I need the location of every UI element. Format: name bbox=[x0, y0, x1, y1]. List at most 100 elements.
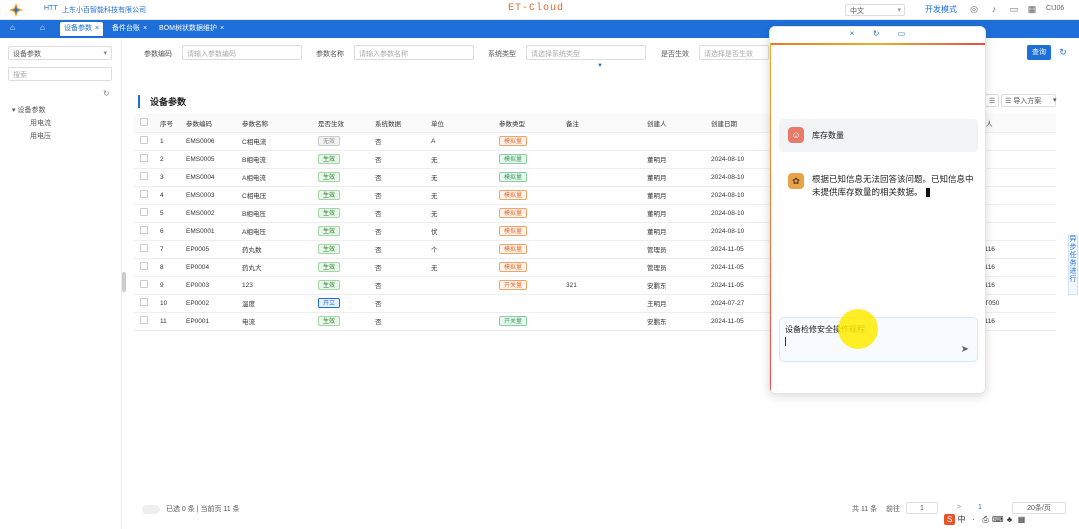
mic-icon[interactable]: ⎙ bbox=[980, 514, 991, 525]
user-name[interactable]: CIJ06 bbox=[1046, 5, 1064, 12]
home-filled-icon[interactable]: ⌂ bbox=[40, 23, 45, 32]
pagination-next[interactable]: > bbox=[957, 504, 961, 511]
refresh-icon[interactable]: ↻ bbox=[103, 89, 110, 98]
toolbar-icon-button[interactable]: ☰ bbox=[985, 94, 1000, 107]
col-header: 参数类型 bbox=[499, 114, 566, 133]
close-icon[interactable]: × bbox=[95, 25, 99, 32]
cell-sys: 否 bbox=[375, 175, 382, 182]
status-badge: 生效 bbox=[318, 208, 341, 218]
language-select[interactable]: 中文 ▾ bbox=[845, 4, 905, 16]
col-header: 创建人 bbox=[647, 114, 711, 133]
row-checkbox[interactable] bbox=[140, 280, 148, 288]
cell-creator: 安鹏东 bbox=[647, 319, 667, 326]
row-checkbox[interactable] bbox=[140, 316, 148, 324]
tree-search-input[interactable]: 搜索 bbox=[8, 67, 112, 81]
cell-no: 4 bbox=[160, 191, 164, 199]
row-checkbox[interactable] bbox=[140, 208, 148, 216]
filter-active-select[interactable]: 请选择是否生效 bbox=[699, 45, 769, 60]
refresh-icon[interactable]: ↻ bbox=[873, 29, 880, 38]
type-badge: 模拟量 bbox=[499, 154, 528, 164]
filter-label-name: 参数名称 bbox=[316, 51, 344, 58]
cell-creator: 王明月 bbox=[647, 301, 667, 308]
cell-unit: 伏 bbox=[431, 229, 438, 236]
filter-type-select[interactable]: 请选择系统类型 bbox=[526, 45, 646, 60]
cell-no: 11 bbox=[160, 317, 167, 325]
bell-icon[interactable]: ♪ bbox=[988, 3, 1000, 15]
page-jump-input[interactable]: 1 bbox=[906, 502, 938, 514]
cell-date: 2024-11-05 bbox=[711, 317, 744, 325]
filter-label-active: 是否生效 bbox=[661, 51, 689, 58]
company-name: 上东小百智能科技有限公司 bbox=[62, 7, 146, 14]
close-icon[interactable]: × bbox=[850, 29, 855, 38]
row-checkbox[interactable] bbox=[140, 154, 148, 162]
cell-creator: 董明月 bbox=[647, 157, 667, 164]
cell-no: 8 bbox=[160, 263, 164, 271]
async-task-tab[interactable]: 异步任务进行 bbox=[1068, 235, 1078, 295]
github-icon[interactable]: ◎ bbox=[968, 3, 980, 15]
category-select[interactable]: 设备参数 ▾ bbox=[8, 46, 112, 60]
cell-creator: 董明月 bbox=[647, 229, 667, 236]
close-icon[interactable]: × bbox=[143, 25, 147, 32]
type-badge: 模拟量 bbox=[499, 190, 528, 200]
col-header: 系统数据 bbox=[375, 114, 431, 133]
type-badge: 模拟量 bbox=[499, 172, 528, 182]
tab-device-params[interactable]: 设备参数 × bbox=[60, 22, 104, 36]
row-checkbox[interactable] bbox=[140, 190, 148, 198]
pagination-page-1[interactable]: 1 bbox=[978, 504, 982, 511]
search-button[interactable]: 查询 bbox=[1027, 45, 1051, 60]
cell-code: EMS0005 bbox=[186, 155, 215, 163]
chevron-down-icon[interactable]: ▾ bbox=[1050, 94, 1064, 107]
row-checkbox[interactable] bbox=[140, 172, 148, 180]
cell-date: 2024-11-05 bbox=[711, 281, 744, 289]
message-icon[interactable]: ▭ bbox=[1008, 3, 1020, 15]
section-title: 设备参数 bbox=[138, 95, 186, 108]
punct-icon[interactable]: · bbox=[968, 514, 979, 525]
send-icon[interactable]: ➤ bbox=[961, 344, 969, 355]
row-checkbox[interactable] bbox=[140, 298, 148, 306]
cell-name: 温度 bbox=[242, 301, 255, 308]
tree-node-root[interactable]: ▾ 设备参数 bbox=[12, 104, 51, 117]
col-header: 是否生效 bbox=[318, 114, 375, 133]
cell-no: 6 bbox=[160, 227, 164, 235]
expand-filters-icon[interactable]: ▼ bbox=[597, 63, 603, 69]
dev-mode-link[interactable]: 开发模式 bbox=[925, 4, 957, 15]
tree-node[interactable]: 用电压 bbox=[12, 130, 51, 143]
cell-code: EP0004 bbox=[186, 263, 210, 271]
minimize-icon[interactable]: ▭ bbox=[898, 29, 906, 38]
grid-icon[interactable]: ▦ bbox=[1026, 3, 1038, 15]
type-badge: 开关量 bbox=[499, 280, 528, 290]
tab-bom[interactable]: BOM树状数据维护 × bbox=[155, 22, 228, 36]
status-badge: 生效 bbox=[318, 244, 341, 254]
ime-logo-icon[interactable]: S bbox=[944, 514, 955, 525]
filter-name-input[interactable]: 请输入参数名称 bbox=[354, 45, 474, 60]
reset-icon[interactable]: ↻ bbox=[1056, 45, 1070, 60]
page-size-select[interactable]: 20条/页 bbox=[1012, 502, 1066, 514]
cell-sys: 否 bbox=[375, 283, 382, 290]
row-checkbox[interactable] bbox=[140, 244, 148, 252]
row-checkbox[interactable] bbox=[140, 262, 148, 270]
chat-accent-bar bbox=[770, 43, 985, 45]
cell-no: 1 bbox=[160, 137, 164, 145]
home-icon[interactable]: ⌂ bbox=[10, 23, 15, 32]
skin-icon[interactable]: ♣ bbox=[1004, 514, 1015, 525]
cell-date: 2024-08-10 bbox=[711, 227, 745, 235]
toggle-switch[interactable] bbox=[142, 504, 160, 514]
status-badge: 开立 bbox=[318, 298, 341, 308]
cell-no: 3 bbox=[160, 173, 164, 181]
chat-input[interactable]: 设备检修安全操作规程 ➤ bbox=[779, 317, 978, 362]
select-all-checkbox[interactable] bbox=[140, 117, 148, 126]
close-icon[interactable]: × bbox=[220, 25, 224, 32]
row-checkbox[interactable] bbox=[140, 226, 148, 234]
import-scheme-button[interactable]: ☰ 导入方案 bbox=[1001, 94, 1056, 107]
apps-icon[interactable]: ▦ bbox=[1016, 514, 1027, 525]
col-header: 序号 bbox=[160, 114, 186, 133]
keyboard-icon[interactable]: ⌨ bbox=[992, 514, 1004, 525]
cell-code: EMS0001 bbox=[186, 227, 215, 235]
filter-code-input[interactable]: 请输入参数编码 bbox=[182, 45, 302, 60]
row-checkbox[interactable] bbox=[140, 136, 148, 144]
panel-collapse-handle[interactable] bbox=[122, 272, 126, 292]
ime-mode-icon[interactable]: 中 bbox=[956, 514, 967, 525]
tab-spare-parts[interactable]: 备件台账 × bbox=[108, 22, 151, 36]
tree-node[interactable]: 用电流 bbox=[12, 117, 51, 130]
cell-unit: 无 bbox=[431, 265, 438, 272]
